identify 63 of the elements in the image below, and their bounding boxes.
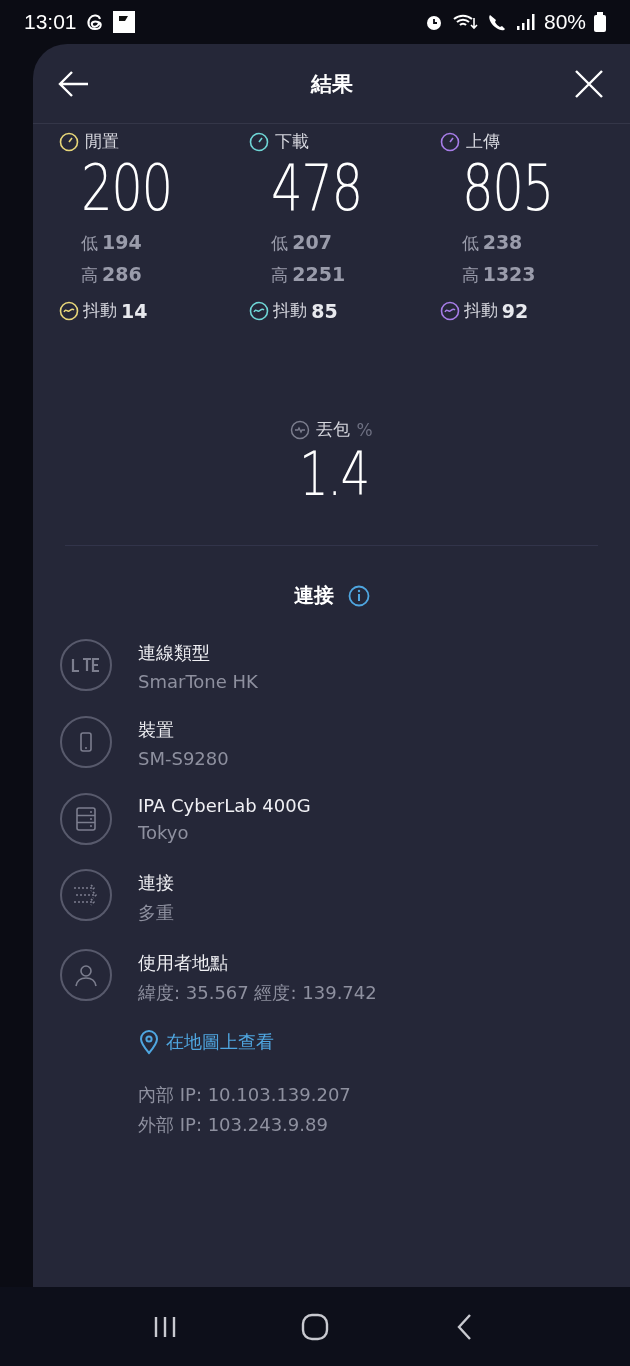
- wave-circle-icon: [59, 300, 79, 321]
- map-pin-icon[interactable]: [138, 1029, 160, 1056]
- metric-label: 下載: [275, 130, 310, 153]
- high-label: 高: [81, 264, 98, 288]
- wave-circle-icon: [249, 300, 270, 321]
- battery-percent: 80%: [543, 10, 586, 34]
- arrows-icon: [60, 869, 112, 922]
- info-value: 緯度: 35.567 經度: 139.742: [138, 981, 377, 1006]
- jitter-value: 14: [121, 299, 148, 322]
- low-label: 低: [271, 232, 289, 256]
- user-icon: [60, 949, 112, 1002]
- info-value: 多重: [138, 901, 174, 926]
- high-value: 2251: [292, 263, 346, 286]
- info-label: IPA CyberLab 400G: [138, 795, 311, 817]
- metric-value: 805: [461, 153, 553, 224]
- info-value: SM-S9280: [138, 748, 229, 770]
- home-icon[interactable]: [301, 1312, 329, 1341]
- metric-value: 200: [81, 153, 172, 224]
- ip-address: 外部 IP: 103.243.9.89: [138, 1113, 329, 1138]
- back-icon[interactable]: [456, 1312, 474, 1341]
- info-label: 裝置: [138, 718, 175, 743]
- lte-icon: [60, 639, 112, 692]
- jitter-label: 抖動: [273, 299, 308, 323]
- view-on-map-link[interactable]: 在地圖上查看: [138, 1029, 377, 1056]
- info-value: SmarTone HK: [138, 671, 258, 693]
- phone-icon: [60, 716, 112, 769]
- low-value: 207: [292, 231, 332, 254]
- high-label: 高: [271, 264, 289, 288]
- low-value: 194: [102, 231, 142, 254]
- high-value: 1323: [482, 263, 536, 286]
- threads-icon: [84, 11, 105, 33]
- info-label: 連線類型: [138, 641, 211, 666]
- packet-loss-icon: [290, 419, 311, 440]
- recent-apps-icon[interactable]: [152, 1314, 178, 1339]
- battery-icon: [594, 12, 606, 32]
- section-title: 連接: [293, 582, 334, 610]
- packet-loss-label: 丟包: [316, 418, 351, 442]
- metric-label: 上傳: [465, 130, 500, 153]
- low-label: 低: [81, 232, 98, 256]
- metric-label: 閒置: [85, 130, 119, 153]
- server-icon: [60, 793, 112, 846]
- jitter-value: 92: [501, 299, 529, 322]
- low-value: 238: [482, 231, 523, 254]
- metric-value: 478: [271, 153, 362, 224]
- high-label: 高: [461, 264, 479, 288]
- info-label: 使用者地點: [138, 951, 229, 976]
- percent-unit: %: [356, 419, 373, 440]
- wifi-icon: [451, 12, 478, 32]
- jitter-label: 抖動: [463, 299, 498, 323]
- app-icon: [112, 11, 135, 33]
- jitter-label: 抖動: [83, 299, 117, 323]
- packet-loss-value: 1.4: [298, 441, 369, 508]
- low-label: 低: [461, 232, 479, 256]
- ip-address: 內部 IP: 10.103.139.207: [138, 1083, 352, 1108]
- signal-icon: [515, 13, 536, 31]
- header-title: 結果: [310, 70, 353, 98]
- jitter-value: 85: [311, 299, 338, 322]
- info-icon[interactable]: [347, 584, 370, 607]
- status-time: 13:01: [24, 10, 77, 34]
- info-label: 連接: [138, 871, 174, 896]
- wave-circle-icon: [439, 300, 460, 321]
- info-value: Tokyo: [138, 822, 190, 844]
- high-value: 286: [102, 263, 142, 286]
